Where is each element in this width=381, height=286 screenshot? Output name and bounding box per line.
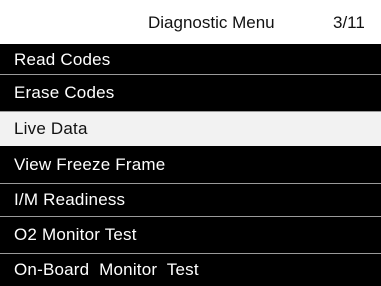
- menu-item-view-freeze-frame[interactable]: View Freeze Frame: [0, 147, 381, 183]
- menu-item-read-codes[interactable]: Read Codes: [0, 46, 381, 74]
- menu-item-live-data[interactable]: Live Data: [0, 112, 381, 146]
- page-indicator: 3/11: [333, 13, 365, 32]
- menu-item-im-readiness[interactable]: I/M Readiness: [0, 184, 381, 216]
- menu-item-label: On-Board Monitor Test: [14, 260, 199, 279]
- page-title: Diagnostic Menu: [148, 13, 275, 32]
- diagnostic-screen: Diagnostic Menu 3/11 Read Codes Erase Co…: [0, 0, 381, 286]
- header-bar: Diagnostic Menu 3/11: [0, 0, 381, 44]
- menu-item-erase-codes[interactable]: Erase Codes: [0, 75, 381, 111]
- menu-item-label: I/M Readiness: [14, 190, 126, 209]
- menu-item-label: Read Codes: [14, 50, 111, 69]
- menu-item-label: Live Data: [14, 119, 88, 138]
- menu-item-o2-monitor-test[interactable]: O2 Monitor Test: [0, 217, 381, 253]
- menu-item-on-board-monitor-test[interactable]: On-Board Monitor Test: [0, 254, 381, 286]
- menu-item-label: O2 Monitor Test: [14, 225, 137, 244]
- menu-item-label: View Freeze Frame: [14, 155, 166, 174]
- menu-item-label: Erase Codes: [14, 83, 115, 102]
